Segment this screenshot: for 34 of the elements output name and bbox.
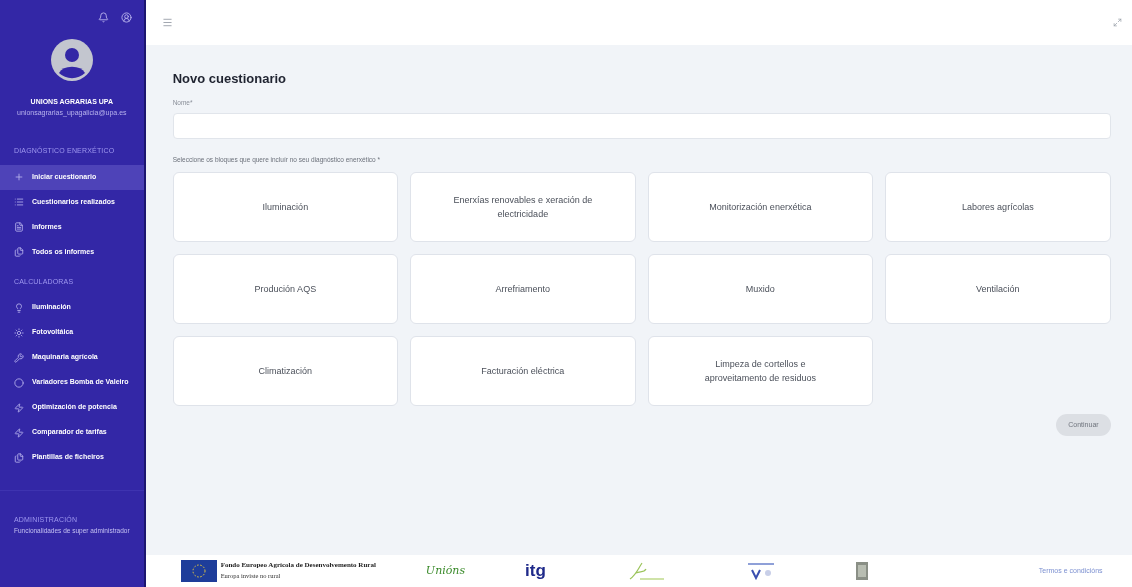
circle-icon [14, 377, 24, 388]
notification-icon[interactable] [97, 12, 109, 23]
eu-flag-icon [180, 560, 217, 582]
list-icon [14, 197, 24, 207]
itg-logo: itg [525, 560, 546, 583]
block-option[interactable]: Facturación eléctrica [410, 336, 636, 406]
block-option[interactable]: Climatización [172, 336, 399, 406]
page-title: Novo cuestionario [172, 70, 288, 88]
name-field[interactable] [172, 113, 1111, 140]
profile-icon[interactable] [120, 12, 132, 23]
ministry-logo-icon [745, 562, 776, 580]
block-option[interactable]: Muxido [647, 254, 874, 324]
lightbulb-icon [14, 302, 24, 313]
menu-icon[interactable] [161, 17, 173, 28]
unions-logo: Unións [425, 562, 466, 579]
avatar-icon [50, 39, 93, 81]
block-option[interactable]: Ventilación [885, 254, 1111, 324]
file-icon [14, 222, 24, 232]
crest-icon [855, 562, 868, 580]
files-icon [14, 247, 24, 257]
block-option[interactable]: Limpeza de cortellos e aproveitamento de residuos [647, 336, 874, 406]
lightning-icon [14, 402, 24, 413]
block-option[interactable]: Labores agrícolas [885, 172, 1111, 242]
files-icon [14, 452, 24, 463]
wrench-icon [14, 352, 24, 363]
block-option[interactable]: Iluminación [172, 172, 399, 242]
block-option[interactable]: Arrefriamento [410, 254, 636, 324]
fullscreen-icon[interactable] [1112, 18, 1122, 27]
block-option[interactable]: Produción AQS [172, 254, 399, 324]
block-option[interactable]: Monitorización enerxética [647, 172, 874, 242]
block-option[interactable]: Enerxías renovables e xeración de electricidade [410, 172, 636, 242]
plus-icon [14, 172, 24, 182]
lightning-icon [14, 427, 24, 438]
sun-icon [14, 327, 24, 338]
